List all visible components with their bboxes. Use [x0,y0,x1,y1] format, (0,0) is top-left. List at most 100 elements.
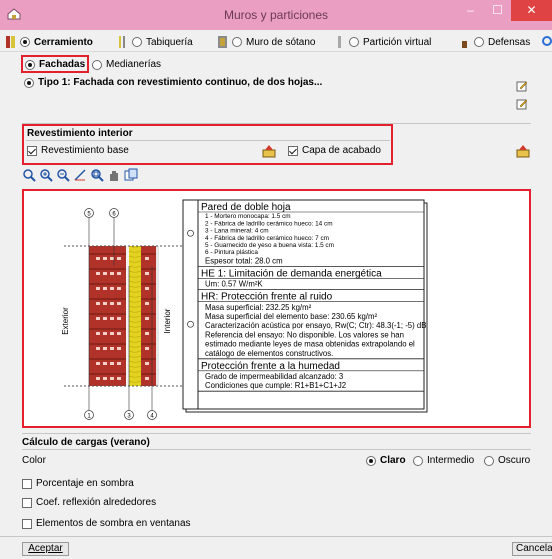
zoom-out-icon[interactable] [56,168,70,182]
fachadas-label: Fachadas [39,59,86,70]
brick-hole [103,332,107,335]
brick-hole [117,317,121,320]
brick-hole [103,287,107,290]
capa-acabado-select-icon[interactable] [516,144,530,158]
capa-acabado-checkbox[interactable] [288,145,298,156]
coef-reflexion-label: Coef. reflexión alrededores [36,497,157,508]
revestimiento-header-line [26,140,390,141]
tab-particion-virtual-label: Partición virtual [363,36,432,48]
brick-hole [103,377,107,380]
cancel-button[interactable]: Cancelar [512,542,552,556]
brick-hole [96,302,100,305]
footer-divider [0,536,552,537]
medianerias-radio[interactable] [92,59,102,70]
coef-reflexion-checkbox[interactable] [22,497,32,508]
interior-label: Interior [163,308,172,333]
elementos-sombra-checkbox[interactable] [22,518,32,529]
brick-hole [117,377,121,380]
tab-cerramiento[interactable]: Cerramiento [6,34,93,50]
edit-alt-icon[interactable] [516,98,528,110]
revestimiento-base-checkbox[interactable] [27,145,37,156]
tab-particion-virtual[interactable]: Partición virtual [335,34,431,50]
color-oscuro-option[interactable]: Oscuro [484,455,530,466]
tab-muro-sotano-radio[interactable] [232,37,242,47]
revestimiento-base-select-icon[interactable] [262,144,276,158]
color-intermedio-option[interactable]: Intermedio [413,455,474,466]
info-line: 4 - Fábrica de ladrillo cerámico hueco: … [205,235,329,242]
minimize-button[interactable]: – [457,0,484,21]
color-oscuro-radio[interactable] [484,455,494,466]
brick-hole [145,377,149,380]
brick-hole [117,332,121,335]
brick-hole [110,317,114,320]
tipo-label: Tipo 1: Fachada con revestimiento contin… [38,77,323,88]
edit-icon[interactable] [516,80,528,92]
zoom-in-icon[interactable] [39,168,53,182]
brick-hole [117,302,121,305]
porcentaje-sombra-option[interactable]: Porcentaje en sombra [22,478,134,489]
color-intermedio-radio[interactable] [413,455,423,466]
cargas-header: Cálculo de cargas (verano) [22,437,150,448]
info-section-title: HR: Protección frente al ruido [201,292,333,303]
close-button[interactable]: ✕ [511,0,552,21]
brick-hole [96,332,100,335]
brick-hole [110,362,114,365]
coef-reflexion-option[interactable]: Coef. reflexión alrededores [22,497,156,508]
info-row-bullet [187,229,194,237]
porcentaje-sombra-checkbox[interactable] [22,478,32,489]
plaster-layer [156,246,159,386]
brick-hole [110,377,114,380]
info-line: 5 - Guarnecido de yeso a buena vista: 1.… [205,242,334,249]
fachadas-option[interactable]: Fachadas [25,59,85,70]
more-tabs-icon[interactable] [541,35,552,47]
info-line: Masa superficial del elemento base: 230.… [205,312,377,321]
color-claro-radio[interactable] [366,455,376,466]
brick-hole [145,302,149,305]
copy-icon[interactable] [124,168,138,182]
capa-acabado-option[interactable]: Capa de acabado [288,145,381,156]
title-bar: Muros y particiones – ☐ ✕ [0,0,552,30]
element-type-bar: Cerramiento Tabiquería Muro de sótano Pa… [0,30,552,52]
brick-hole [110,347,114,350]
brick-hole [103,347,107,350]
revestimiento-base-option[interactable]: Revestimiento base [27,145,129,156]
tab-muro-sotano[interactable]: Muro de sótano [218,34,316,50]
info-line: Um: 0.57 W/m²K [205,280,263,289]
tab-tabiqueria[interactable]: Tabiquería [118,34,193,50]
elementos-sombra-option[interactable]: Elementos de sombra en ventanas [22,518,191,529]
drawing-toolbar [22,168,138,182]
medianerias-option[interactable]: Medianerías [92,59,161,70]
tab-defensas[interactable]: Defensas [460,34,530,50]
cargas-divider [22,433,531,434]
zoom-window-icon[interactable] [22,168,36,182]
info-line: Grado de impermeabilidad alcanzado: 3 [205,372,343,381]
info-line: 1 - Mortero monocapa: 1.5 cm [205,213,291,220]
color-claro-option[interactable]: Claro [366,455,406,466]
brick-hole [96,287,100,290]
info-section-title: HE 1: Limitación de demanda energética [201,268,382,279]
tab-tabiqueria-radio[interactable] [132,37,142,47]
pan-hand-icon[interactable] [107,168,121,182]
brick-hole [117,362,121,365]
brick-hole [103,272,107,275]
maximize-button[interactable]: ☐ [484,0,511,21]
info-line: Masa superficial: 232.25 kg/m² [205,303,312,312]
info-line: Condiciones que cumple: R1+B1+C1+J2 [205,381,346,390]
tab-particion-virtual-radio[interactable] [349,37,359,47]
brick-hole [145,362,149,365]
brick-hole [117,257,121,260]
measure-icon[interactable] [73,168,87,182]
zoom-all-icon[interactable] [90,168,104,182]
tipo-option[interactable]: Tipo 1: Fachada con revestimiento contin… [24,77,322,88]
fachadas-radio[interactable] [25,59,35,70]
color-oscuro-label: Oscuro [498,455,531,466]
brick-hole [103,257,107,260]
tab-defensas-radio[interactable] [474,37,484,47]
accept-button[interactable]: Aceptar [22,542,69,556]
brick-hole [96,257,100,260]
tipo-radio[interactable] [24,77,34,88]
info-line: 6 - Pintura plástica [205,249,258,256]
capa-acabado-label: Capa de acabado [302,145,381,156]
tab-cerramiento-radio[interactable] [20,37,30,47]
brick-hole [103,302,107,305]
